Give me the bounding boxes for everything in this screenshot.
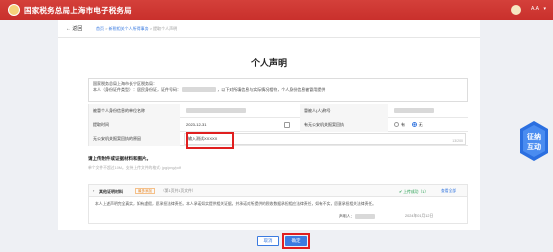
attachment-name: 其他证明材料 [99,189,123,194]
radio-yes[interactable]: 有 [394,122,405,128]
required-tag: 最多添加 [135,188,155,194]
reason-char-count: 13/200 [452,139,463,143]
svg-text:互动: 互动 [527,142,541,151]
attachment-statement: 本人上述声明完全真实，如有虚假，愿承担法律责任。本人承诺如实提供相关证据，并承诺… [95,202,376,206]
declaration-id-label: 本人（身份证件类型）：居民身份证，证件号码： [93,87,181,92]
impersonator-label: 冒被人(人)称号 [300,104,388,118]
radio-no[interactable]: 无 [411,122,423,128]
calendar-icon[interactable] [284,122,290,128]
form-row-reason: 无公安机关报案回执的原因 输入测试XXXXX 13/200 [88,132,468,146]
police-receipt-label: 有无公安机关报案回执 [300,118,388,132]
redacted-id-number [182,87,217,93]
time-input[interactable]: 2023-12-31 [186,118,206,132]
reason-label: 无公安机关报案回执的原因 [88,132,180,146]
footer-actions: 取消 确定 [0,232,553,252]
user-name[interactable]: A.A [531,6,539,12]
page-title: 个人声明 [250,58,287,68]
view-all-link[interactable]: 查看全部 [441,189,456,194]
upload-status: ✔ 上传成功（1） [399,190,429,194]
chevron-right-icon[interactable]: › [93,188,94,193]
attachments-title: 请上传附件或证据材料和图片。 [88,156,151,161]
breadcrumb-bar: ← 返回 首页 > 新税相关个人所得事务 > 提取个人声明 [58,20,480,38]
declaration-tail: ，以下对所填信息与实际情况相符，个人身份信息被冒用提供 [217,87,326,92]
police-receipt-options: 有 无 [394,118,423,132]
site-title: 国家税务总局上海市电子税务局 [24,6,132,15]
attachment-panel: › 其他证明材料 最多添加 （第1页共1页文件） ✔ 上传成功（1） 查看全部 … [88,184,468,224]
breadcrumb-current: 提取个人声明 [153,26,178,31]
zhengna-hudong-badge[interactable]: 征纳 互动 [518,119,550,171]
attachment-pages: （第1页共1页文件） [161,189,196,193]
avatar[interactable] [511,5,521,15]
radio-no-label: 无 [418,122,423,127]
top-header: 国家税务总局上海市电子税务局 A.A ▾ [0,0,553,20]
back-label: 返回 [72,26,83,32]
tax-emblem-icon [8,4,20,16]
sign-date: 2024年01月12日 [405,214,434,218]
declaration-text: 国家税务总局上海市长宁区税务局： 本人（身份证件类型）：居民身份证，证件号码： … [88,78,468,102]
signer: 声明人： [339,214,376,220]
form-row-time: 提取时间 2023-12-31 有无公安机关报案回执 有 无 [88,118,468,132]
highlight-reason [186,132,234,149]
time-label: 提取时间 [88,118,180,132]
chat-assistant-icon: 征纳 互动 [520,121,548,161]
attachment-header: › 其他证明材料 最多添加 （第1页共1页文件） ✔ 上传成功（1） 查看全部 [89,185,467,197]
highlight-confirm [282,233,310,249]
attachments-hint: 单个文件不超过10M。支持上传文件的格式: jpg/png/pdf [88,166,181,170]
breadcrumb-section[interactable]: 新税相关个人所得事务 [109,26,149,31]
declaration-line2: 本人（身份证件类型）：居民身份证，证件号码： ，以下对所填信息与实际情况相符，个… [93,87,463,93]
radio-no-icon [411,122,417,128]
radio-yes-icon [394,122,399,128]
back-button[interactable]: ← 返回 [66,25,82,32]
company-value [186,104,246,118]
breadcrumb: 首页 > 新税相关个人所得事务 > 提取个人声明 [96,26,177,32]
breadcrumb-home[interactable]: 首页 [96,26,104,31]
radio-yes-label: 有 [401,122,405,127]
impersonator-value [394,104,434,118]
form-row-company: 被冒个人身份信息的单位名称 冒被人(人)称号 [88,104,468,118]
svg-text:征纳: 征纳 [526,132,541,141]
cancel-button[interactable]: 取消 [257,236,279,246]
company-label: 被冒个人身份信息的单位名称 [88,104,180,118]
chevron-down-icon[interactable]: ▾ [543,6,546,12]
declaration-card: 个人声明 国家税务总局上海市长宁区税务局： 本人（身份证件类型）：居民身份证，证… [58,38,480,230]
